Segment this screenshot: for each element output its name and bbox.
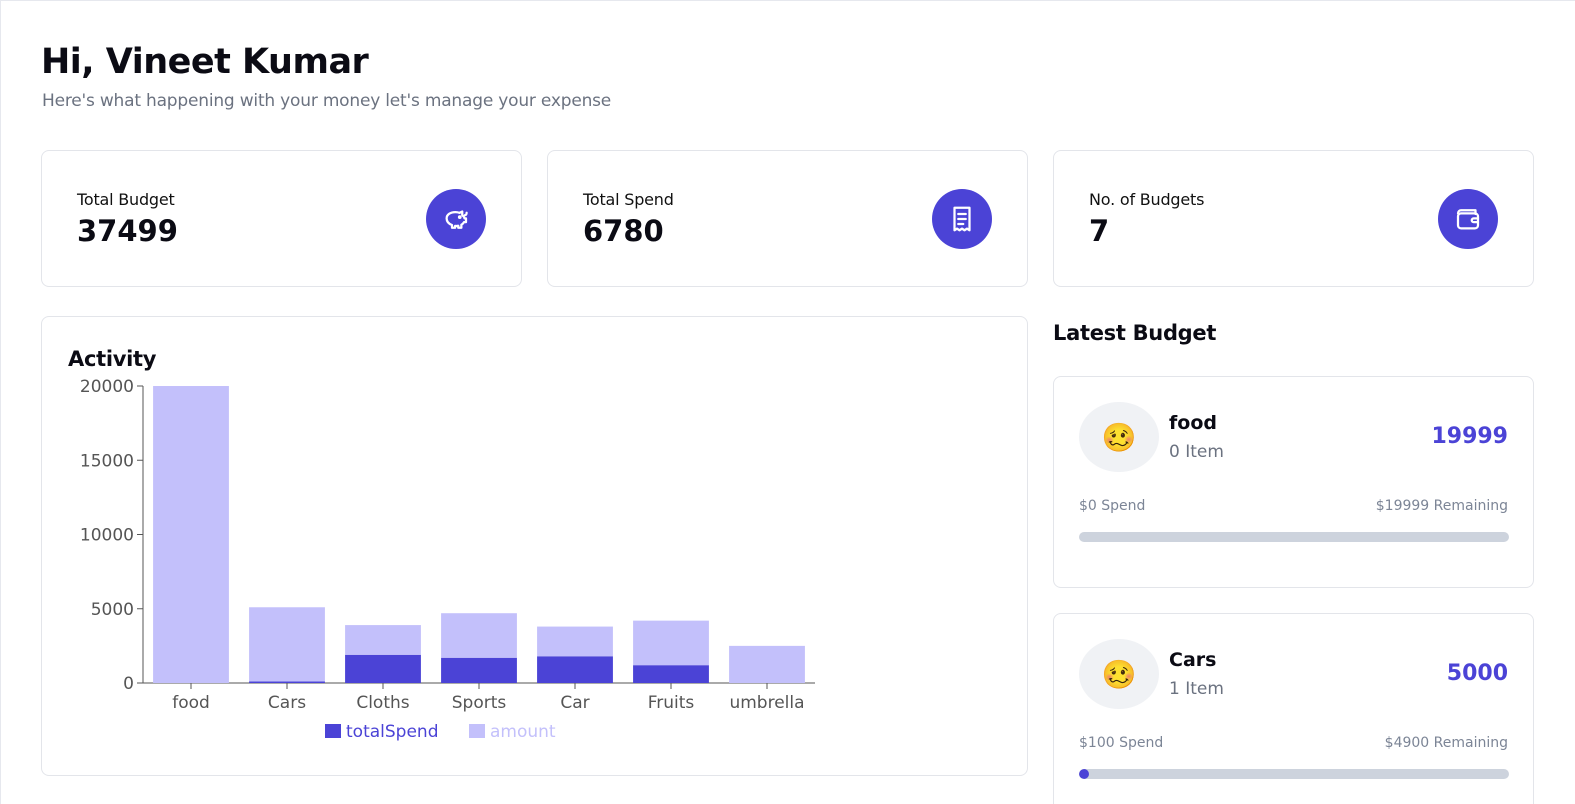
budget-remaining: $4900 Remaining (1384, 735, 1508, 751)
budget-emoji: 🥴 (1079, 639, 1159, 709)
bar-totalSpend-Sports (441, 657, 517, 683)
bar-totalSpend-Cars (249, 681, 325, 683)
stat-value: 6780 (583, 214, 664, 248)
budget-progress-bar (1079, 532, 1509, 542)
x-tick-label: Cars (268, 693, 306, 713)
receipt-icon (932, 189, 992, 249)
budget-item-count: 1 Item (1169, 679, 1224, 699)
page-subtitle: Here's what happening with your money le… (42, 91, 612, 111)
legend-label-totalSpend: totalSpend (346, 722, 438, 742)
stat-card-total-budget: Total Budget 37499 (41, 150, 522, 287)
budget-card-food[interactable]: 🥴 food 0 Item 19999 $0 Spend $19999 Rema… (1053, 376, 1534, 588)
stat-label: Total Spend (583, 190, 674, 209)
legend-swatch-totalSpend (325, 724, 341, 738)
y-tick-label: 0 (123, 674, 134, 694)
legend-label-amount: amount (490, 722, 556, 742)
bar-totalSpend-Car (537, 656, 613, 683)
stat-value: 37499 (77, 214, 178, 248)
stat-card-total-spend: Total Spend 6780 (547, 150, 1028, 287)
bar-amount-Cars (249, 607, 325, 682)
bar-amount-Car (537, 626, 613, 657)
bar-amount-umbrella (729, 645, 805, 683)
budget-progress-fill (1079, 769, 1089, 779)
y-tick-label: 15000 (80, 451, 134, 471)
budget-name: food (1169, 412, 1217, 434)
x-tick-label: food (172, 693, 210, 713)
y-tick-label: 5000 (91, 600, 134, 620)
stat-card-number-of-budgets: No. of Budgets 7 (1053, 150, 1534, 287)
budget-spend: $100 Spend (1079, 735, 1164, 751)
piggy-bank-icon (426, 189, 486, 249)
budget-amount: 19999 (1431, 424, 1508, 449)
bar-amount-Sports (441, 613, 517, 658)
bar-amount-Cloths (345, 625, 421, 655)
bar-totalSpend-Fruits (633, 665, 709, 683)
budget-emoji: 🥴 (1079, 402, 1159, 472)
page-title: Hi, Vineet Kumar (41, 42, 369, 82)
budget-amount: 5000 (1446, 661, 1508, 686)
budget-spend: $0 Spend (1079, 498, 1146, 514)
budget-card-cars[interactable]: 🥴 Cars 1 Item 5000 $100 Spend $4900 Rema… (1053, 613, 1534, 804)
activity-card: Activity 0 5000 10000 15000 20000 food Cars Clo… (41, 316, 1028, 776)
budget-progress-bar (1079, 769, 1509, 779)
x-tick-label: Cloths (356, 693, 409, 713)
budget-item-count: 0 Item (1169, 442, 1224, 462)
budget-name: Cars (1169, 649, 1217, 671)
stat-value: 7 (1089, 214, 1110, 248)
stat-label: Total Budget (77, 190, 175, 209)
bar-amount-food (153, 386, 229, 683)
stat-label: No. of Budgets (1089, 190, 1205, 209)
x-tick-label: Sports (452, 693, 507, 713)
budget-remaining: $19999 Remaining (1375, 498, 1508, 514)
x-tick-label: Fruits (648, 693, 695, 713)
x-tick-label: umbrella (729, 693, 804, 713)
bar-totalSpend-Cloths (345, 654, 421, 683)
bar-amount-Fruits (633, 620, 709, 666)
legend-swatch-amount (469, 724, 485, 738)
y-tick-label: 20000 (80, 377, 134, 397)
latest-budget-title: Latest Budget (1053, 321, 1217, 345)
wallet-icon (1438, 189, 1498, 249)
x-tick-label: Car (560, 693, 589, 713)
y-tick-label: 10000 (80, 526, 134, 546)
activity-bar-chart: 0 5000 10000 15000 20000 food Cars Cloths Sports… (80, 377, 815, 742)
